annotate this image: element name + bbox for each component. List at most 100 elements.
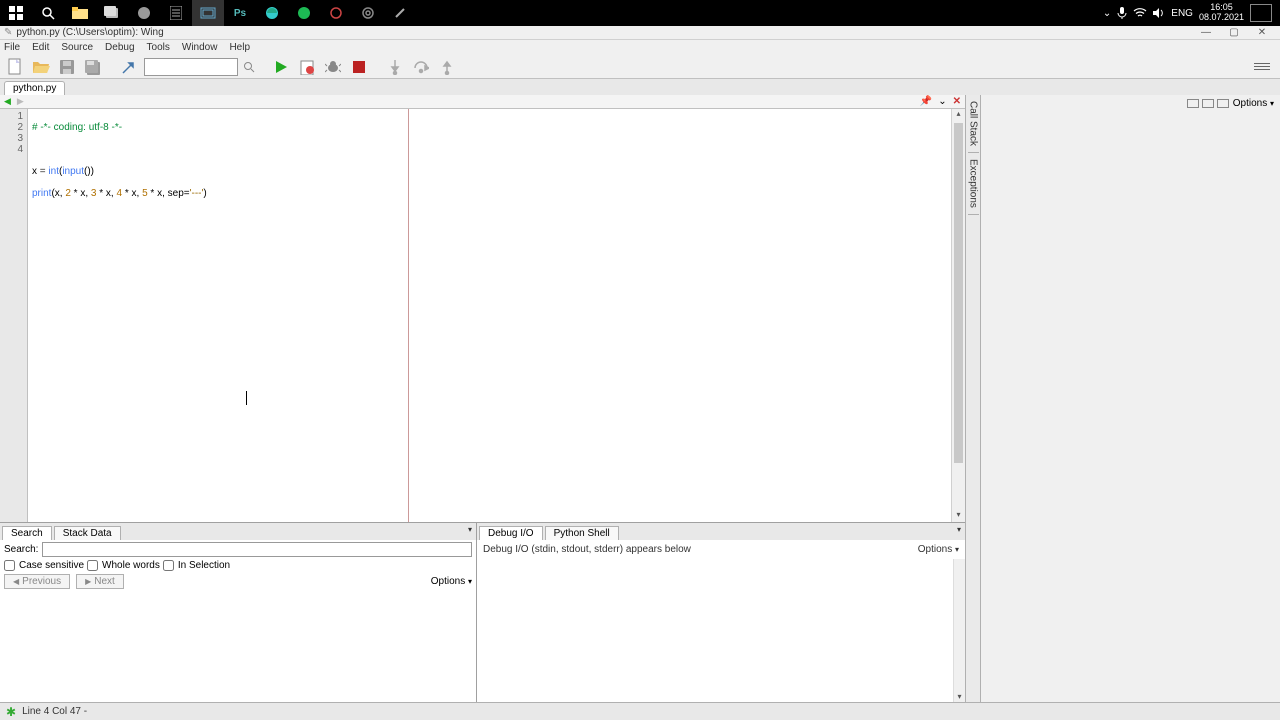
debug-options-menu[interactable]: Options ▾ — [918, 544, 959, 555]
layout-icon[interactable] — [1187, 99, 1199, 108]
pin-icon[interactable]: 📌 — [920, 96, 932, 107]
close-button[interactable]: ✕ — [1248, 27, 1276, 38]
gallery-icon[interactable] — [96, 0, 128, 26]
feather-icon: ✎ — [4, 27, 12, 38]
code-txt: print — [32, 188, 51, 199]
tab-stack-data[interactable]: Stack Data — [54, 526, 121, 540]
side-tab-call-stack[interactable]: Call Stack — [968, 95, 979, 153]
start-button[interactable] — [0, 0, 32, 26]
tray-clock[interactable]: 16:05 08.07.2021 — [1199, 3, 1244, 23]
menu-debug[interactable]: Debug — [105, 42, 134, 53]
opt-label: Options — [918, 544, 952, 555]
brain-icon[interactable] — [128, 0, 160, 26]
scroll-up-icon[interactable]: ▴ — [952, 109, 965, 121]
menu-bar: File Edit Source Debug Tools Window Help — [0, 40, 1280, 55]
bottom-right-tabs: Debug I/O Python Shell ▾ — [477, 523, 965, 540]
menu-edit[interactable]: Edit — [32, 42, 49, 53]
run-button[interactable] — [270, 57, 292, 77]
right-panel-header: Options ▾ — [981, 95, 1280, 111]
debug-file-button[interactable] — [296, 57, 318, 77]
step-into-button[interactable] — [384, 57, 406, 77]
step-over-button[interactable] — [410, 57, 432, 77]
search-row: Search: — [0, 540, 476, 559]
prev-label: Previous — [22, 576, 61, 587]
opt-label: Options — [431, 576, 465, 587]
case-sensitive-checkbox[interactable] — [4, 560, 15, 571]
calc-icon[interactable] — [160, 0, 192, 26]
toolbar-search-input[interactable] — [144, 58, 238, 76]
stop-button[interactable] — [348, 57, 370, 77]
explorer-icon[interactable] — [64, 0, 96, 26]
scroll-down-icon[interactable]: ▾ — [952, 510, 965, 522]
menu-source[interactable]: Source — [61, 42, 93, 53]
new-file-button[interactable] — [4, 57, 26, 77]
mic-icon[interactable] — [1117, 7, 1127, 19]
menu-help[interactable]: Help — [229, 42, 250, 53]
right-options-menu[interactable]: Options ▾ — [1233, 98, 1274, 109]
search-options-row: Case sensitive Whole words In Selection — [0, 559, 476, 572]
close-tab-icon[interactable]: ✕ — [953, 96, 961, 107]
side-tab-exceptions[interactable]: Exceptions — [968, 153, 979, 215]
edge-icon[interactable] — [256, 0, 288, 26]
nav-back-icon[interactable]: ◀ — [4, 96, 11, 107]
taskview-icon[interactable] — [192, 0, 224, 26]
wing-ide-window: ✎ python.py (C:\Users\optim): Wing — ▢ ✕… — [0, 26, 1280, 720]
search-icon[interactable] — [242, 57, 256, 77]
tab-debug-io[interactable]: Debug I/O — [479, 526, 543, 540]
editor-header: ◀ ▶ 📌 ⌄ ✕ — [0, 95, 965, 109]
obs-icon[interactable] — [352, 0, 384, 26]
menu-file[interactable]: File — [4, 42, 20, 53]
debug-scrollbar[interactable]: ▾ — [953, 559, 965, 702]
panel-menu-icon[interactable]: ▾ — [957, 525, 961, 534]
code-txt: ()) — [84, 166, 94, 177]
spotify-icon[interactable] — [288, 0, 320, 26]
layout-icon[interactable] — [1217, 99, 1229, 108]
minimize-button[interactable]: — — [1192, 27, 1220, 38]
notification-icon[interactable] — [1250, 4, 1272, 22]
layout-icon[interactable] — [1202, 99, 1214, 108]
code-area[interactable]: # -*- coding: utf-8 -*- x = int(input())… — [28, 109, 951, 522]
windows-taskbar: Ps ⌄ ENG 16:05 08.07.2021 — [0, 0, 1280, 26]
whole-words-checkbox[interactable] — [87, 560, 98, 571]
scroll-thumb[interactable] — [954, 123, 963, 463]
wifi-icon[interactable] — [1133, 8, 1147, 18]
case-label: Case sensitive — [19, 560, 84, 571]
tray-lang[interactable]: ENG — [1171, 8, 1193, 19]
editor-scrollbar[interactable]: ▴ ▾ — [951, 109, 965, 522]
pen-icon[interactable] — [384, 0, 416, 26]
save-all-button[interactable] — [82, 57, 104, 77]
previous-button[interactable]: ◀Previous — [4, 574, 70, 589]
save-button[interactable] — [56, 57, 78, 77]
open-file-button[interactable] — [30, 57, 52, 77]
search-options-menu[interactable]: Options ▾ — [431, 576, 472, 587]
tab-search[interactable]: Search — [2, 526, 52, 540]
editor[interactable]: 1 2 3 4 # -*- coding: utf-8 -*- x = int(… — [0, 109, 965, 522]
nav-fwd-icon[interactable]: ▶ — [17, 96, 24, 107]
debug-button[interactable] — [322, 57, 344, 77]
goto-button[interactable] — [118, 57, 140, 77]
toolbar-menu-icon[interactable] — [1254, 63, 1270, 70]
code-txt: input — [62, 166, 84, 177]
scroll-down-icon[interactable]: ▾ — [954, 692, 965, 702]
next-button[interactable]: ▶Next — [76, 574, 124, 589]
tray-chevron-icon[interactable]: ⌄ — [1103, 8, 1111, 19]
menu-window[interactable]: Window — [182, 42, 218, 53]
maximize-button[interactable]: ▢ — [1220, 27, 1248, 38]
debug-io-area[interactable]: ▾ — [477, 559, 965, 702]
in-selection-checkbox[interactable] — [163, 560, 174, 571]
bug-icon[interactable]: ✱ — [6, 705, 16, 719]
bottom-left-panel: Search Stack Data ▾ Search: Case sensiti… — [0, 523, 477, 702]
search-input[interactable] — [42, 542, 472, 557]
search-icon[interactable] — [32, 0, 64, 26]
record-icon[interactable] — [320, 0, 352, 26]
search-buttons: ◀Previous ▶Next Options ▾ — [0, 572, 476, 591]
file-tab[interactable]: python.py — [4, 81, 65, 95]
tab-python-shell[interactable]: Python Shell — [545, 526, 619, 540]
chevron-down-icon[interactable]: ⌄ — [938, 96, 946, 107]
photoshop-icon[interactable]: Ps — [224, 0, 256, 26]
panel-menu-icon[interactable]: ▾ — [468, 525, 472, 534]
step-out-button[interactable] — [436, 57, 458, 77]
volume-icon[interactable] — [1153, 8, 1165, 18]
bottom-right-panel: Debug I/O Python Shell ▾ Debug I/O (stdi… — [477, 523, 965, 702]
menu-tools[interactable]: Tools — [147, 42, 170, 53]
